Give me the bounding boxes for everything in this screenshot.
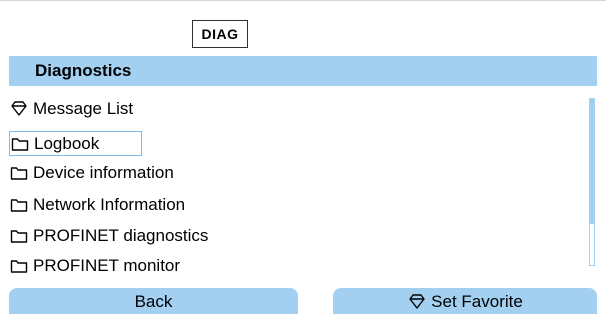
menu-item-message-list[interactable]: Message List bbox=[9, 96, 133, 121]
folder-icon bbox=[10, 134, 30, 154]
page-title: Diagnostics bbox=[35, 61, 132, 80]
menu-item-device-information[interactable]: Device information bbox=[9, 160, 174, 185]
menu-item-network-information[interactable]: Network Information bbox=[9, 192, 185, 217]
mode-badge: DIAG bbox=[192, 20, 248, 48]
menu-item-label: PROFINET diagnostics bbox=[33, 225, 209, 245]
set-favorite-button-label: Set Favorite bbox=[431, 292, 523, 311]
folder-icon bbox=[9, 163, 29, 183]
menu-item-profinet-monitor[interactable]: PROFINET monitor bbox=[9, 253, 180, 278]
menu-item-label: Message List bbox=[33, 98, 134, 118]
menu-item-logbook[interactable]: Logbook bbox=[9, 131, 142, 156]
menu-item-label: Device information bbox=[33, 162, 174, 182]
favorite-diamond-icon bbox=[9, 99, 29, 119]
scrollbar[interactable] bbox=[589, 98, 595, 266]
menu-item-label: Logbook bbox=[34, 133, 100, 153]
title-bar: Diagnostics bbox=[9, 56, 597, 86]
back-button-label: Back bbox=[134, 292, 173, 311]
menu-item-label: PROFINET monitor bbox=[33, 255, 181, 275]
back-button[interactable]: Back bbox=[9, 288, 298, 314]
menu-item-label: Network Information bbox=[33, 194, 186, 214]
folder-icon bbox=[9, 195, 29, 215]
top-divider bbox=[0, 0, 606, 1]
favorite-diamond-icon bbox=[407, 292, 427, 312]
folder-icon bbox=[9, 256, 29, 276]
set-favorite-button[interactable]: Set Favorite bbox=[333, 288, 597, 314]
scrollbar-thumb[interactable] bbox=[590, 99, 594, 224]
folder-icon bbox=[9, 226, 29, 246]
menu-item-profinet-diagnostics[interactable]: PROFINET diagnostics bbox=[9, 223, 208, 248]
